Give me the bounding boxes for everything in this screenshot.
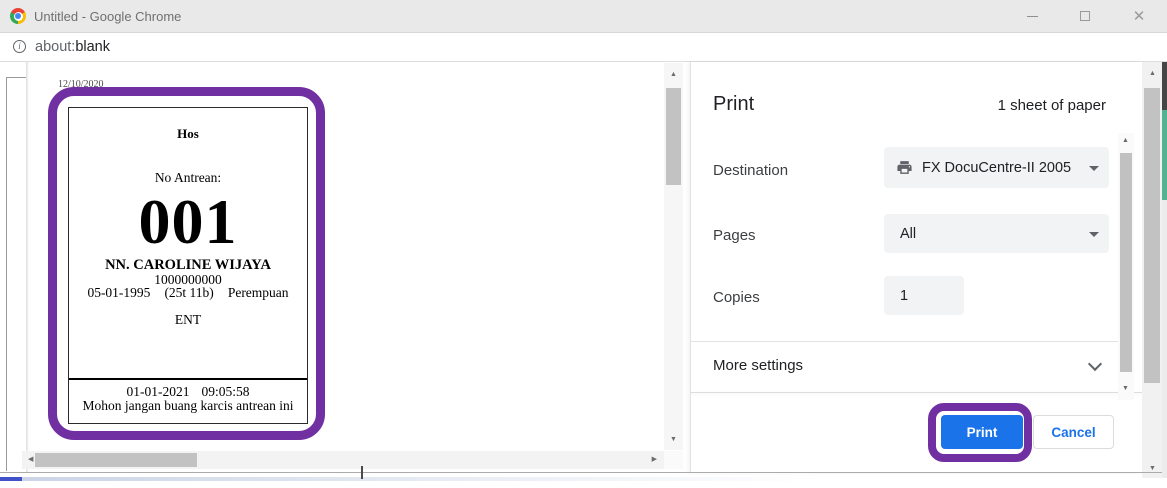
minimize-button[interactable] [1012, 0, 1052, 32]
print-preview-pane: 12/10/2020 Hos No Antrean: 001 NN. CAROL… [0, 62, 690, 473]
background-window-tick [361, 466, 363, 479]
destination-label: Destination [713, 162, 789, 179]
dialog-title: Print [713, 93, 755, 115]
scrollbar-corner [664, 451, 683, 469]
destination-value: FX DocuCentre-II 2005 [922, 159, 1072, 176]
page-edge-shadow [26, 62, 29, 473]
window-vertical-scrollbar[interactable]: ▲ ▼ [1142, 62, 1162, 478]
scroll-up-icon[interactable]: ▲ [1122, 137, 1129, 144]
preview-horizontal-scrollbar[interactable]: ◀ ▶ [22, 451, 664, 469]
sheet-count: 1 sheet of paper [997, 97, 1106, 114]
background-window-strip [22, 477, 822, 481]
maximize-icon [1080, 11, 1090, 21]
background-window-edge-gray [1162, 200, 1167, 478]
background-accent-line [0, 477, 22, 481]
pages-value: All [900, 225, 917, 242]
chrome-icon [10, 8, 26, 24]
page-frame-line [6, 77, 7, 471]
footer-divider [691, 392, 1143, 393]
url-scheme: about: [35, 39, 76, 55]
scroll-down-icon[interactable]: ▼ [670, 436, 677, 443]
destination-select[interactable]: FX DocuCentre-II 2005 [884, 147, 1109, 188]
scroll-left-icon[interactable]: ◀ [28, 456, 33, 463]
close-icon: ✕ [1132, 7, 1146, 25]
scroll-down-icon[interactable]: ▼ [1149, 465, 1156, 472]
scroll-up-icon[interactable]: ▲ [1149, 70, 1156, 77]
maximize-button[interactable] [1065, 0, 1105, 32]
dialog-scrollbar-thumb[interactable] [1120, 153, 1132, 372]
scroll-down-icon[interactable]: ▼ [1122, 385, 1129, 392]
annotation-highlight-ticket [48, 87, 325, 440]
copies-input[interactable] [884, 276, 964, 315]
more-settings-label: More settings [713, 357, 804, 374]
minimize-icon [1026, 15, 1038, 17]
preview-vertical-scrollbar-thumb[interactable] [666, 88, 681, 185]
url-path: blank [75, 39, 110, 55]
preview-vertical-scrollbar[interactable]: ▲ ▼ [664, 63, 683, 450]
preview-horizontal-scrollbar-thumb[interactable] [35, 453, 197, 467]
window-title: Untitled - Google Chrome [34, 9, 182, 24]
pages-label: Pages [713, 227, 756, 244]
background-window-edge-dark [1162, 62, 1167, 110]
title-bar: Untitled - Google Chrome ✕ [0, 0, 1167, 33]
url-text: about:blank [35, 39, 110, 55]
dropdown-arrow-icon [1089, 231, 1099, 237]
page-frame-line-top [6, 77, 28, 78]
scroll-up-icon[interactable]: ▲ [670, 71, 677, 78]
background-window-edge-teal [1162, 110, 1167, 200]
cancel-button[interactable]: Cancel [1033, 415, 1114, 449]
print-dialog: Print 1 sheet of paper Destination FX Do… [690, 62, 1143, 473]
close-button[interactable]: ✕ [1119, 0, 1159, 32]
printer-icon [897, 161, 912, 174]
dropdown-arrow-icon [1089, 165, 1099, 171]
address-bar: i about:blank [0, 34, 1167, 62]
pages-select[interactable]: All [884, 214, 1109, 253]
dialog-scrollbar[interactable]: ▲ ▼ [1118, 133, 1134, 400]
copies-label: Copies [713, 289, 760, 306]
window-bottom-border [0, 472, 1162, 473]
window-scrollbar-thumb[interactable] [1144, 88, 1160, 383]
scroll-right-icon[interactable]: ▶ [652, 456, 657, 463]
chrome-window: Untitled - Google Chrome ✕ i about:blank… [0, 0, 1167, 488]
info-icon[interactable]: i [13, 40, 26, 53]
annotation-highlight-print-button [928, 403, 1032, 462]
